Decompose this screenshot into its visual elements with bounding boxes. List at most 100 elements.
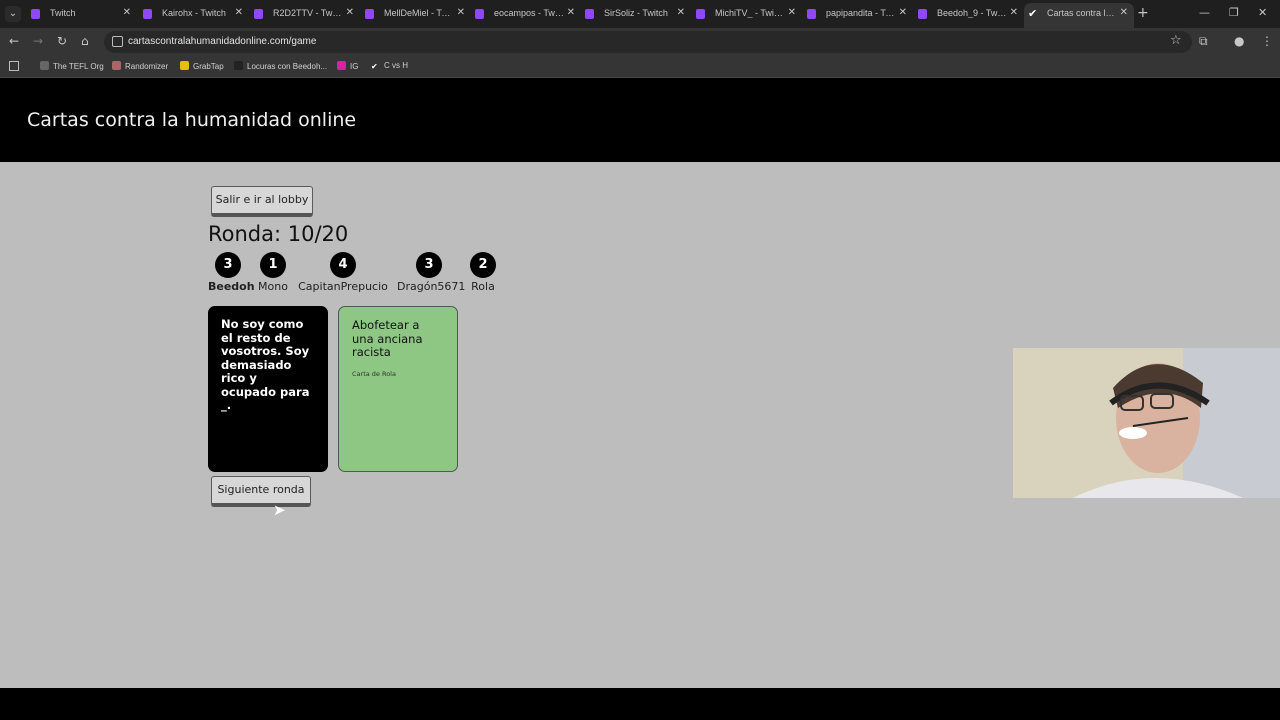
player-name: Dragón5671 [397,280,466,293]
close-icon[interactable]: ✕ [567,7,575,18]
tab-sirsoliz[interactable]: SirSoliz - Twitch ✕ [581,3,691,25]
player-score: 4 [330,252,356,278]
home-icon[interactable]: ⌂ [81,34,89,48]
game-page: Cartas contra la humanidad online Salir … [0,80,1280,688]
twitch-icon [475,9,484,19]
extensions-icon[interactable]: ⧉ [1199,34,1208,49]
player-score: 3 [416,252,442,278]
player-dragon5671: 3 Dragón5671 [397,252,466,293]
twitch-icon [254,9,263,19]
close-icon[interactable]: ✕ [1010,7,1018,18]
browser-toolbar: ← → ↻ ⌂ cartascontralahumanidadonline.co… [0,28,1280,56]
bookmark-label: IG [350,62,359,71]
tab-title: eocampos - Twitch [494,8,564,18]
reload-icon[interactable]: ↻ [57,34,67,48]
checkmark-icon: ✔ [371,62,378,71]
black-card: No soy como el resto de vosotros. Soy de… [208,306,328,472]
bookmark-grabtap[interactable]: GrabTap [180,61,224,71]
tab-title: MichiTV_ - Twitch [715,8,785,18]
bookmark-favicon-icon [40,61,49,70]
close-icon[interactable]: ✕ [788,7,796,18]
apps-grid-icon[interactable] [9,61,19,71]
tab-kairohx[interactable]: Kairohx - Twitch ✕ [139,3,249,25]
tab-twitch[interactable]: Twitch ✕ [27,3,137,25]
bookmark-favicon-icon [112,61,121,70]
tab-papipandita[interactable]: papipandita - Twitch ✕ [803,3,913,25]
close-icon[interactable]: ✕ [123,7,131,18]
close-icon[interactable]: ✕ [677,7,685,18]
tab-strip: ⌄ Twitch ✕ Kairohx - Twitch ✕ R2D2TTV - … [0,0,1280,28]
bookmark-favicon-icon [234,61,243,70]
twitch-icon [31,9,40,19]
tab-cartas[interactable]: ✔ Cartas contra la humanidad online ✕ [1024,3,1134,28]
tab-title: Cartas contra la humanidad online [1047,8,1117,18]
tab-title: papipandita - Twitch [826,8,896,18]
player-name: Mono [258,280,288,293]
forward-icon[interactable]: → [33,34,43,48]
back-icon[interactable]: ← [9,34,19,48]
close-icon[interactable]: ✕ [346,7,354,18]
bookmark-ig[interactable]: IG [337,61,358,71]
checkmark-icon: ✔ [1028,7,1038,20]
tab-title: Kairohx - Twitch [162,8,226,18]
bookmark-cvsh[interactable]: ✔ C vs H [371,61,408,71]
twitch-icon [807,9,816,19]
black-card-text: No soy como el resto de vosotros. Soy de… [221,317,310,412]
tab-title: MellDeMiel - Twitch [384,8,454,18]
player-name: Beedoh [208,280,255,293]
bookmark-locuras[interactable]: Locuras con Beedoh... [234,61,327,71]
tab-title: SirSoliz - Twitch [604,8,668,18]
player-name: CapitanPrepucio [298,280,388,293]
white-card-text: Abofetear a una anciana racista [352,318,423,359]
player-capitanprepucio: 4 CapitanPrepucio [298,252,388,293]
tab-michitv[interactable]: MichiTV_ - Twitch ✕ [692,3,802,25]
tab-search-icon[interactable]: ⌄ [5,6,21,22]
player-score: 1 [260,252,286,278]
close-icon[interactable]: ✕ [899,7,907,18]
bookmark-label: The TEFL Org [53,62,104,71]
profile-icon[interactable]: ● [1234,34,1244,48]
round-counter: Ronda: 10/20 [208,222,349,246]
next-round-button[interactable]: Siguiente ronda [211,476,311,507]
player-name: Rola [471,280,495,293]
player-score: 3 [215,252,241,278]
tab-title: R2D2TTV - Twitch [273,8,343,18]
player-rola: 2 Rola [470,252,496,293]
bookmarks-bar: The TEFL Org Randomizer GrabTap Locuras … [0,56,1280,78]
bookmark-label: Randomizer [125,62,169,71]
player-mono: 1 Mono [256,252,290,293]
restore-icon[interactable]: ❐ [1229,6,1239,19]
site-info-icon[interactable] [112,36,123,47]
white-card[interactable]: Abofetear a una anciana racista Carta de… [338,306,458,472]
tab-melldemiel[interactable]: MellDeMiel - Twitch ✕ [361,3,471,25]
bookmark-randomizer[interactable]: Randomizer [112,61,168,71]
bookmark-tefl[interactable]: The TEFL Org [40,61,104,71]
bookmark-star-icon[interactable]: ☆ [1170,33,1182,48]
minimize-icon[interactable]: — [1199,6,1210,19]
player-beedoh: 3 Beedoh [208,252,255,293]
leave-lobby-button[interactable]: Salir e ir al lobby [211,186,313,217]
close-window-icon[interactable]: ✕ [1258,6,1267,19]
address-bar[interactable]: cartascontralahumanidadonline.com/game ☆ [104,31,1192,53]
site-title: Cartas contra la humanidad online [27,109,357,131]
close-icon[interactable]: ✕ [235,7,243,18]
close-icon[interactable]: ✕ [457,7,465,18]
bookmark-label: GrabTap [193,62,224,71]
white-card-author: Carta de Rola [352,369,396,378]
tab-title: Twitch [50,8,76,18]
new-tab-icon[interactable]: + [1137,5,1149,21]
mouse-cursor-icon: ➤ [273,501,286,519]
bookmark-label: Locuras con Beedoh... [247,62,328,71]
twitch-icon [918,9,927,19]
url-text: cartascontralahumanidadonline.com/game [128,36,317,47]
tab-r2d2ttv[interactable]: R2D2TTV - Twitch ✕ [250,3,360,25]
tab-beedoh[interactable]: Beedoh_9 - Twitch ✕ [914,3,1024,25]
close-icon[interactable]: ✕ [1120,7,1128,18]
twitch-icon [143,9,152,19]
bookmark-label: C vs H [384,61,408,70]
twitch-icon [696,9,705,19]
tab-eocampos[interactable]: eocampos - Twitch ✕ [471,3,581,25]
browser-window: ⌄ Twitch ✕ Kairohx - Twitch ✕ R2D2TTV - … [0,0,1280,720]
player-score: 2 [470,252,496,278]
menu-icon[interactable]: ⋮ [1261,34,1273,48]
